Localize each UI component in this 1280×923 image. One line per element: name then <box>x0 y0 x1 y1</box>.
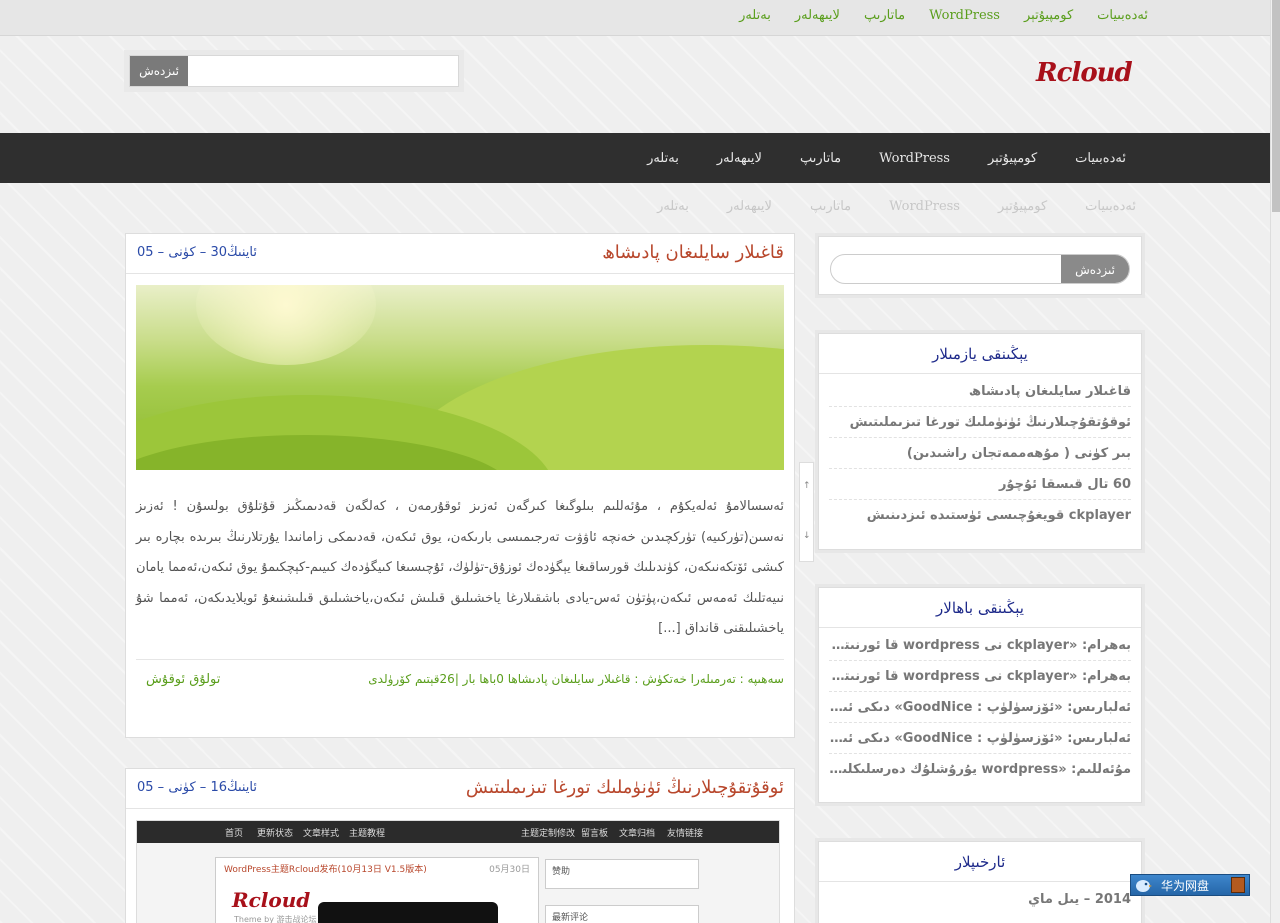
recent-post-link[interactable]: قاغىلار سايلىغان پادىشاھ <box>829 376 1131 407</box>
post-date: 05 – ئاينىڭ16 – كۈنى <box>137 780 257 795</box>
header-search: ئىزدەش <box>124 50 464 92</box>
site-logo[interactable]: Rcloud <box>1036 58 1133 88</box>
top-nav-computer[interactable]: كومپيۇتېر <box>1024 8 1073 23</box>
header-search-input[interactable] <box>188 56 458 86</box>
main-nav-education[interactable]: ماتارىپ <box>800 151 841 166</box>
recent-comment-link[interactable]: بەھرام: «ckplayer نى wordpress قا ئورنىت… <box>829 630 1131 661</box>
widget-title: ئارخىپلار <box>819 842 1141 882</box>
post-meta-info: سەھىپە : تەرمىلەرا خەتكۈش : قاغىلار سايل… <box>368 671 784 686</box>
thumbnail-logo-sub: Theme by 游击战论坛 <box>234 915 317 923</box>
nav-reflection-item: ماتارىپ <box>809 199 852 214</box>
nav-reflection-item: WordPress <box>889 199 960 214</box>
archive-link[interactable]: 2014 – يىل ماي <box>829 884 1131 915</box>
thumbnail-nav-bar: 首页 更新状态 文章样式 主题教程 主题定制修改 留言板 文章归档 友情链接 <box>137 821 779 843</box>
sidebar-search-box: ئىزدەش <box>830 254 1130 284</box>
post-card: ئوقۇتقۇچىلارنىڭ ئۈنۈملىك تورغا تىزىملىتى… <box>125 768 795 923</box>
scroll-up-icon[interactable]: ↑ <box>803 481 811 491</box>
scroll-down-icon[interactable]: ↓ <box>803 531 811 541</box>
main-nav: ئەدەبىيات كومپيۇتېر WordPress ماتارىپ لا… <box>0 133 1270 183</box>
cloud-drive-label: 华为网盘 <box>1161 878 1210 893</box>
thumbnail-laptop <box>318 902 498 923</box>
recent-comment-link[interactable]: ئەلبارىس: «ئۆزسۈلۈپ : GoodNice» دىكى ئىن… <box>829 723 1131 754</box>
page-scrollbar[interactable] <box>1270 0 1280 923</box>
header-search-button[interactable]: ئىزدەش <box>130 56 188 86</box>
thumbnail-nav-item: 更新状态 <box>257 829 294 839</box>
thumbnail-headline: WordPress主题Rcloud发布(10月13日 V1.5版本) <box>224 865 427 875</box>
nav-reflection: ئەدەبىيات كومپيۇتېر WordPress ماتارىپ لا… <box>657 199 1136 214</box>
main-nav-pages[interactable]: بەتلەر <box>647 151 679 166</box>
top-nav-wordpress[interactable]: WordPress <box>929 8 1000 23</box>
main-nav-wordpress[interactable]: WordPress <box>879 151 950 166</box>
post-title[interactable]: قاغىلار سايلىغان پادىشاھ <box>602 242 784 263</box>
nav-reflection-item: ئەدەبىيات <box>1085 199 1136 214</box>
main-nav-computer[interactable]: كومپيۇتېر <box>988 151 1037 166</box>
sidebar-search-widget: ئىزدەش <box>818 236 1142 295</box>
post-thumbnail[interactable] <box>136 285 784 470</box>
thumbnail-side-box: 最新评论 <box>545 905 699 923</box>
recent-comments-list: بەھرام: «ckplayer نى wordpress قا ئورنىت… <box>819 628 1141 785</box>
top-nav-education[interactable]: ماتارىپ <box>864 8 905 23</box>
widget-title: يېڭىنقى باھالار <box>819 588 1141 628</box>
recent-posts-list: قاغىلار سايلىغان پادىشاھ ئوقۇتقۇچىلارنىڭ… <box>819 374 1141 531</box>
thumbnail-nav-item: 留言板 <box>581 829 609 839</box>
main-nav-items: ئەدەبىيات كومپيۇتېر WordPress ماتارىپ لا… <box>647 133 1126 183</box>
top-nav-pages[interactable]: بەتلەر <box>739 8 771 23</box>
nav-reflection-item: كومپيۇتېر <box>997 199 1048 214</box>
cloud-drive-badge[interactable]: 华为网盘 <box>1130 874 1250 896</box>
recent-post-link[interactable]: ئوقۇتقۇچىلارنىڭ ئۈنۈملىك تورغا تىزىملىتى… <box>829 407 1131 438</box>
thumbnail-side-box: 赞助 <box>545 859 699 889</box>
scroll-arrows[interactable]: ↑ ↓ <box>799 462 814 562</box>
thumbnail-nav-item: 文章归档 <box>619 829 656 839</box>
main-nav-literature[interactable]: ئەدەبىيات <box>1075 151 1126 166</box>
bird-icon <box>1133 875 1153 895</box>
top-nav-literature[interactable]: ئەدەبىيات <box>1097 8 1148 23</box>
post-date: 05 – ئاينىڭ30 – كۈنى <box>137 245 257 260</box>
nav-reflection-item: لايىھەلەر <box>726 199 772 214</box>
sidebar-search-button[interactable]: ئىزدەش <box>1061 255 1129 283</box>
top-nav: ئەدەبىيات كومپيۇتېر WordPress ماتارىپ لا… <box>739 8 1148 23</box>
thumbnail-post-frame: WordPress主题Rcloud发布(10月13日 V1.5版本) 05月30… <box>215 857 539 923</box>
recent-posts-widget: يېڭىنقى يازمىلار قاغىلار سايلىغان پادىشا… <box>818 333 1142 550</box>
thumbnail-sunlight <box>196 285 376 365</box>
header-search-box: ئىزدەش <box>129 55 459 87</box>
recent-comment-link[interactable]: ئەلبارىس: «ئۆزسۈلۈپ : GoodNice» دىكى ئىن… <box>829 692 1131 723</box>
sidebar-search-input[interactable] <box>831 255 1061 283</box>
recent-comment-link[interactable]: بەھرام: «ckplayer نى wordpress قا ئورنىت… <box>829 661 1131 692</box>
post-title[interactable]: ئوقۇتقۇچىلارنىڭ ئۈنۈملىك تورغا تىزىملىتى… <box>466 777 784 798</box>
thumbnail-nav-item: 首页 <box>225 829 244 839</box>
recent-comment-link[interactable]: مۇئەللىم: «wordpress يۇرۇشلۇك دەرسلىكلىر… <box>829 754 1131 785</box>
thumbnail-nav-item: 文章样式 <box>303 829 340 839</box>
post-card: قاغىلار سايلىغان پادىشاھ 05 – ئاينىڭ30 –… <box>125 233 795 738</box>
page-scrollbar-thumb[interactable] <box>1272 0 1280 212</box>
widget-title: يېڭىنقى يازمىلار <box>819 334 1141 374</box>
read-more-link[interactable]: تولۇق ئوقۇش <box>146 672 220 687</box>
thumbnail-nav-item: 友情链接 <box>667 829 704 839</box>
nav-reflection-item: بەتلەر <box>657 199 689 214</box>
thumbnail-date: 05月30日 <box>489 865 530 875</box>
post-meta: تولۇق ئوقۇش سەھىپە : تەرمىلەرا خەتكۈش : … <box>136 658 784 697</box>
recent-comments-widget: يېڭىنقى باھالار بەھرام: «ckplayer نى wor… <box>818 587 1142 803</box>
recent-post-link[interactable]: ckplayer قويغۇچىسى ئۈستىدە ئىزدىنىش <box>829 500 1131 531</box>
book-icon <box>1231 877 1245 893</box>
archives-list: 2014 – يىل ماي <box>819 882 1141 915</box>
thumbnail-nav-item: 主题定制修改 <box>521 829 576 839</box>
thumbnail-nav-item: 主题教程 <box>349 829 386 839</box>
post-header: قاغىلار سايلىغان پادىشاھ 05 – ئاينىڭ30 –… <box>126 234 794 274</box>
recent-post-link[interactable]: بىر كۈنى ( مۇھەممەتجان راشىدىن) <box>829 438 1131 469</box>
archives-widget: ئارخىپلار 2014 – يىل ماي <box>818 841 1142 923</box>
post-thumbnail[interactable]: 首页 更新状态 文章样式 主题教程 主题定制修改 留言板 文章归档 友情链接 W… <box>136 820 780 923</box>
top-nav-projects[interactable]: لايىھەلەر <box>795 8 840 23</box>
top-bar: ئەدەبىيات كومپيۇتېر WordPress ماتارىپ لا… <box>0 0 1270 36</box>
post-excerpt: ئەسسالامۇ ئەلەيكۇم ، مۇئەللىم بىلوگىغا ك… <box>136 499 784 636</box>
post-header: ئوقۇتقۇچىلارنىڭ ئۈنۈملىك تورغا تىزىملىتى… <box>126 769 794 809</box>
main-nav-projects[interactable]: لايىھەلەر <box>717 151 762 166</box>
recent-post-link[interactable]: 60 تال قىسقا ئۇچۇر <box>829 469 1131 500</box>
thumbnail-logo: Rcloud <box>232 888 311 912</box>
